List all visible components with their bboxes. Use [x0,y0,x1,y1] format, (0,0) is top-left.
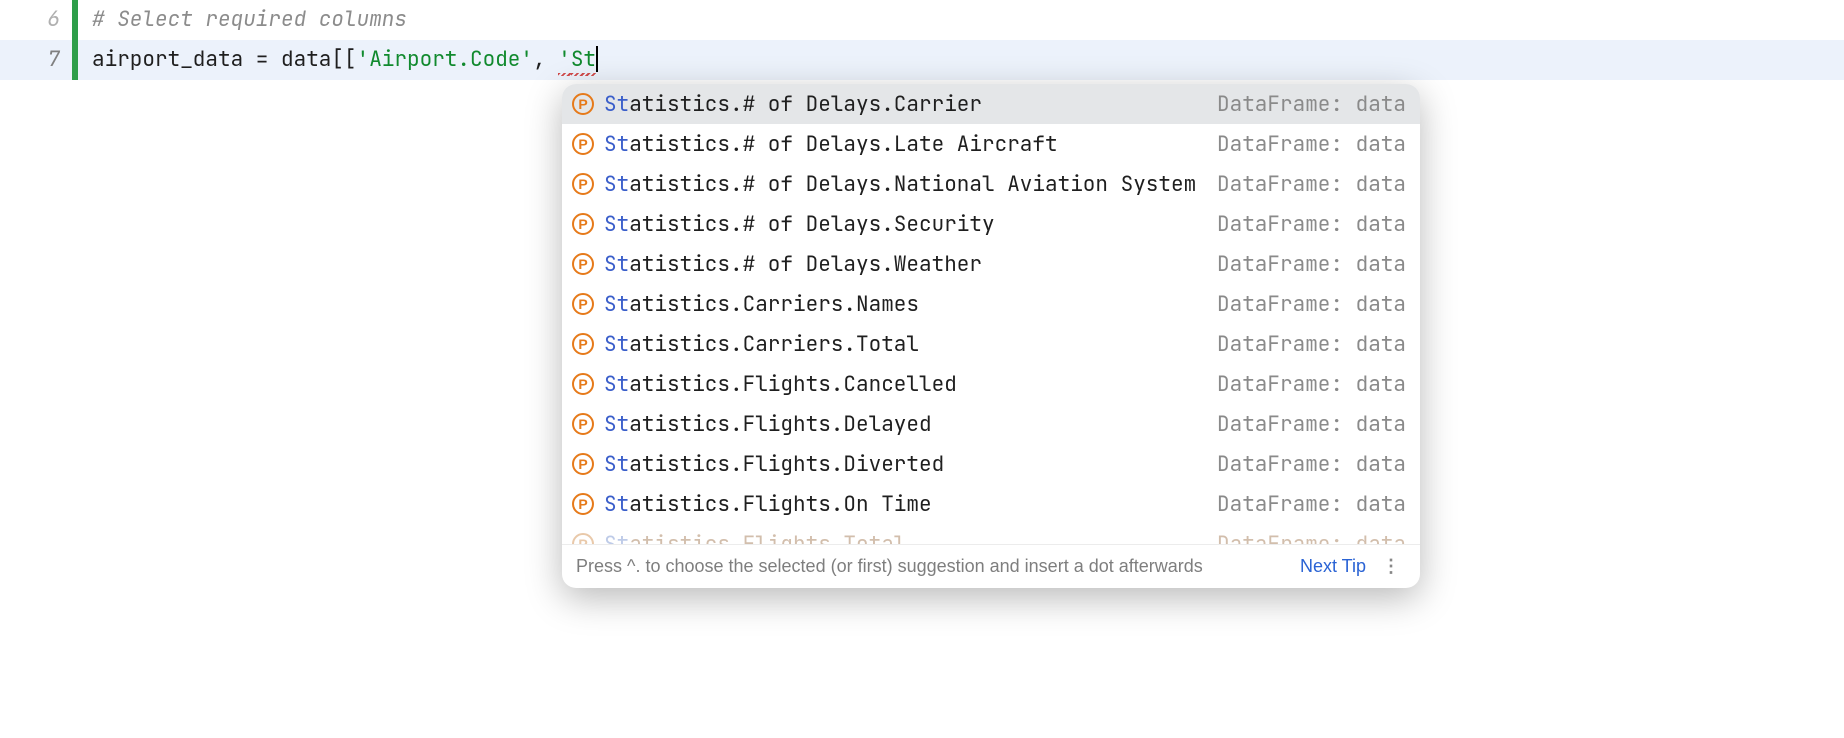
autocomplete-item-type: DataFrame: data [1217,531,1406,545]
property-icon: P [572,173,594,195]
property-icon: P [572,333,594,355]
autocomplete-item-label: Statistics.Carriers.Total [604,331,1207,358]
text-cursor [596,46,598,72]
autocomplete-item-label: Statistics.# of Delays.Weather [604,251,1207,278]
autocomplete-item[interactable]: P Statistics.Flights.Diverted DataFrame:… [562,444,1420,484]
next-tip-link[interactable]: Next Tip [1300,556,1366,577]
autocomplete-item-type: DataFrame: data [1217,331,1406,358]
autocomplete-item[interactable]: P Statistics.# of Delays.Security DataFr… [562,204,1420,244]
property-icon: P [572,533,594,544]
line-number: 6 [0,0,72,40]
autocomplete-item-type: DataFrame: data [1217,491,1406,518]
autocomplete-item[interactable]: P Statistics.Flights.Total DataFrame: da… [562,524,1420,544]
comment-text: # Select required columns [92,0,407,40]
autocomplete-item-label: Statistics.# of Delays.Carrier [604,91,1207,118]
property-icon: P [572,133,594,155]
string-open-quote: ' [558,40,571,80]
autocomplete-item-label: Statistics.Flights.Total [604,531,1207,545]
autocomplete-item-label: Statistics.Carriers.Names [604,291,1207,318]
autocomplete-item-label: Statistics.# of Delays.Security [604,211,1207,238]
property-icon: P [572,293,594,315]
code-segment: , [533,40,558,80]
code-editor[interactable]: 6 # Select required columns 7 airport_da… [0,0,1844,80]
autocomplete-item[interactable]: P Statistics.# of Delays.Weather DataFra… [562,244,1420,284]
autocomplete-item-label: Statistics.# of Delays.Late Aircraft [604,131,1207,158]
autocomplete-item-type: DataFrame: data [1217,451,1406,478]
autocomplete-item[interactable]: P Statistics.Carriers.Total DataFrame: d… [562,324,1420,364]
autocomplete-item-label: Statistics.Flights.Delayed [604,411,1207,438]
property-icon: P [572,453,594,475]
autocomplete-item-type: DataFrame: data [1217,91,1406,118]
line-number: 7 [0,40,72,80]
autocomplete-item-type: DataFrame: data [1217,251,1406,278]
autocomplete-item-type: DataFrame: data [1217,291,1406,318]
autocomplete-item-label: Statistics.Flights.Cancelled [604,371,1207,398]
autocomplete-item[interactable]: P Statistics.Flights.Cancelled DataFrame… [562,364,1420,404]
autocomplete-item[interactable]: P Statistics.Flights.Delayed DataFrame: … [562,404,1420,444]
autocomplete-list[interactable]: P Statistics.# of Delays.Carrier DataFra… [562,84,1420,544]
property-icon: P [572,93,594,115]
autocomplete-popup[interactable]: P Statistics.# of Delays.Carrier DataFra… [562,84,1420,588]
autocomplete-item-label: Statistics.Flights.Diverted [604,451,1207,478]
string-partial: St [571,40,596,80]
autocomplete-item-type: DataFrame: data [1217,211,1406,238]
property-icon: P [572,373,594,395]
autocomplete-item[interactable]: P Statistics.Flights.On Time DataFrame: … [562,484,1420,524]
code-line-active[interactable]: 7 airport_data = data[['Airport.Code', '… [0,40,1844,80]
code-content[interactable]: airport_data = data[['Airport.Code', 'St [92,40,598,80]
property-icon: P [572,493,594,515]
property-icon: P [572,253,594,275]
code-line[interactable]: 6 # Select required columns [0,0,1844,40]
code-segment: airport_data = data[[ [92,40,357,80]
autocomplete-item[interactable]: P Statistics.# of Delays.National Aviati… [562,164,1420,204]
change-marker [72,40,78,80]
autocomplete-item-type: DataFrame: data [1217,411,1406,438]
autocomplete-item-type: DataFrame: data [1217,131,1406,158]
more-options-icon[interactable]: ⋮ [1378,556,1406,577]
property-icon: P [572,213,594,235]
autocomplete-item[interactable]: P Statistics.# of Delays.Late Aircraft D… [562,124,1420,164]
autocomplete-item-type: DataFrame: data [1217,371,1406,398]
code-content[interactable]: # Select required columns [92,0,407,40]
autocomplete-footer: Press ^. to choose the selected (or firs… [562,544,1420,588]
autocomplete-item[interactable]: P Statistics.# of Delays.Carrier DataFra… [562,84,1420,124]
property-icon: P [572,413,594,435]
footer-hint: Press ^. to choose the selected (or firs… [576,556,1288,577]
string-literal: 'Airport.Code' [357,40,533,80]
change-marker [72,0,78,40]
autocomplete-item[interactable]: P Statistics.Carriers.Names DataFrame: d… [562,284,1420,324]
autocomplete-item-type: DataFrame: data [1217,171,1406,198]
autocomplete-item-label: Statistics.Flights.On Time [604,491,1207,518]
autocomplete-item-label: Statistics.# of Delays.National Aviation… [604,171,1207,198]
